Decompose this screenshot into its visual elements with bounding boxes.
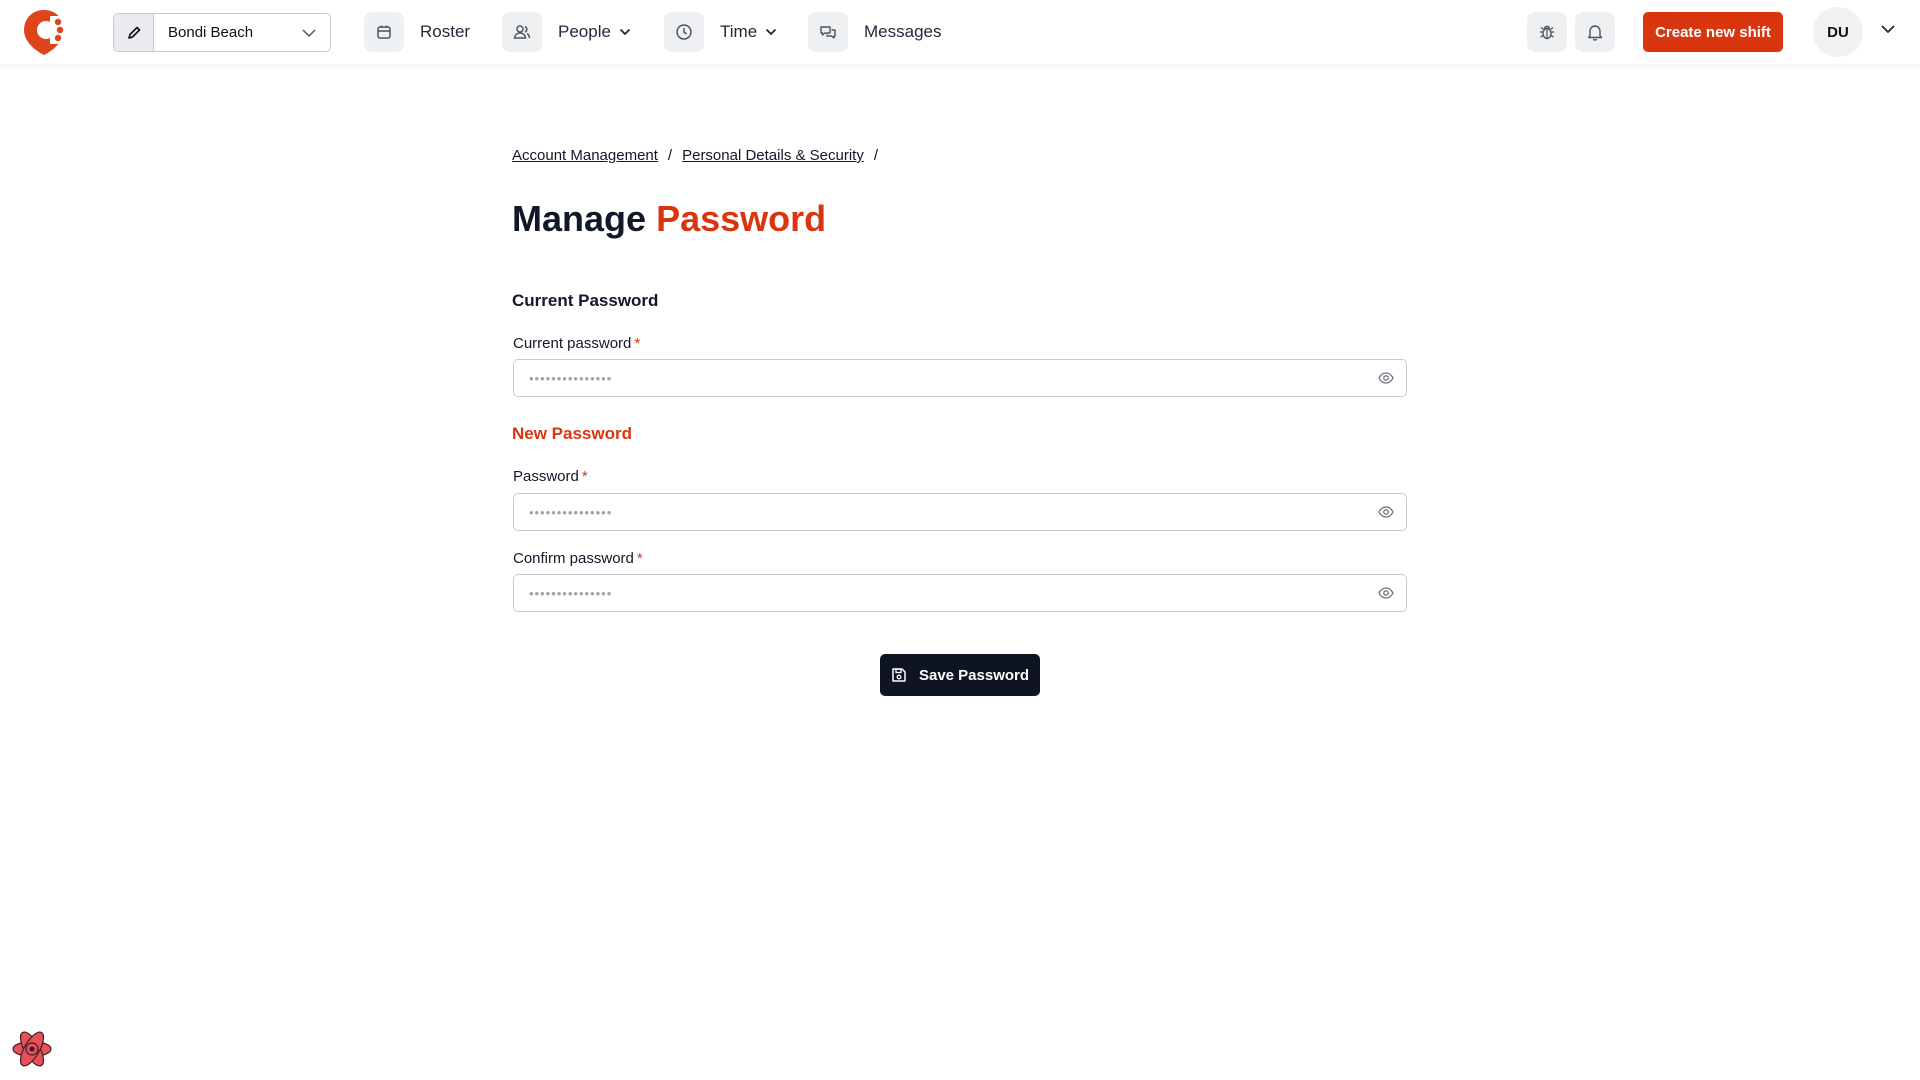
breadcrumb-separator: / <box>873 147 879 164</box>
nav-people[interactable]: People <box>502 12 631 52</box>
chevron-down-icon[interactable] <box>1880 24 1896 34</box>
eye-icon[interactable] <box>1366 372 1406 384</box>
nav-time[interactable]: Time <box>664 12 777 52</box>
people-icon <box>502 12 542 52</box>
save-icon <box>892 668 906 682</box>
chevron-down-icon <box>619 28 631 36</box>
breadcrumb-separator: / <box>667 147 673 164</box>
chevron-down-icon <box>766 28 777 36</box>
breadcrumb-personal-details[interactable]: Personal Details & Security <box>682 147 864 164</box>
password-label: Password * <box>513 468 588 485</box>
calendar-icon <box>364 12 404 52</box>
current-password-input[interactable] <box>514 360 1366 396</box>
current-password-heading: Current Password <box>512 291 659 310</box>
page-title-main: Manage <box>512 198 647 239</box>
confirm-password-field <box>513 574 1407 612</box>
required-marker: * <box>634 335 641 352</box>
clock-icon <box>664 12 704 52</box>
nav-messages[interactable]: Messages <box>808 12 941 52</box>
new-password-input[interactable] <box>514 494 1366 530</box>
location-selector[interactable]: Bondi Beach <box>113 13 331 52</box>
required-marker: * <box>636 550 643 567</box>
confirm-password-input[interactable] <box>514 575 1366 611</box>
save-password-button[interactable]: Save Password <box>880 654 1040 696</box>
app-logo-icon[interactable] <box>22 8 66 56</box>
location-label: Bondi Beach <box>168 24 254 41</box>
page-title: Manage Password <box>512 198 826 240</box>
eye-icon[interactable] <box>1366 587 1406 599</box>
edit-icon[interactable] <box>114 14 154 51</box>
nav-people-label: People <box>558 22 611 41</box>
avatar[interactable]: DU <box>1813 7 1863 57</box>
create-new-shift-button[interactable]: Create new shift <box>1643 12 1783 52</box>
nav-roster-label: Roster <box>420 22 471 41</box>
page-title-accent: Password <box>656 198 827 239</box>
confirm-password-label: Confirm password * <box>513 550 643 567</box>
current-password-field <box>513 359 1407 397</box>
chevron-down-icon <box>302 28 316 37</box>
current-password-label-text: Current password <box>513 335 632 352</box>
current-password-label: Current password * <box>513 335 640 352</box>
nav-roster[interactable]: Roster <box>364 12 470 52</box>
new-password-heading: New Password <box>512 424 632 443</box>
password-label-text: Password <box>513 468 579 485</box>
bug-report-button[interactable] <box>1527 12 1567 52</box>
breadcrumb: Account Management / Personal Details & … <box>512 147 888 164</box>
save-password-label: Save Password <box>918 666 1030 684</box>
confirm-password-label-text: Confirm password <box>513 550 634 567</box>
nav-time-label: Time <box>720 22 758 41</box>
breadcrumb-account-management[interactable]: Account Management <box>512 147 658 164</box>
notifications-button[interactable] <box>1575 12 1615 52</box>
top-navigation-bar: Bondi Beach Roster People Time Messages … <box>0 0 1920 64</box>
chat-icon <box>808 12 848 52</box>
nav-messages-label: Messages <box>864 22 942 41</box>
required-marker: * <box>581 468 588 485</box>
bug-icon <box>1540 25 1554 40</box>
eye-icon[interactable] <box>1366 506 1406 518</box>
new-password-field <box>513 493 1407 531</box>
react-devtools-icon[interactable] <box>10 1027 54 1071</box>
bell-icon <box>1587 25 1603 41</box>
